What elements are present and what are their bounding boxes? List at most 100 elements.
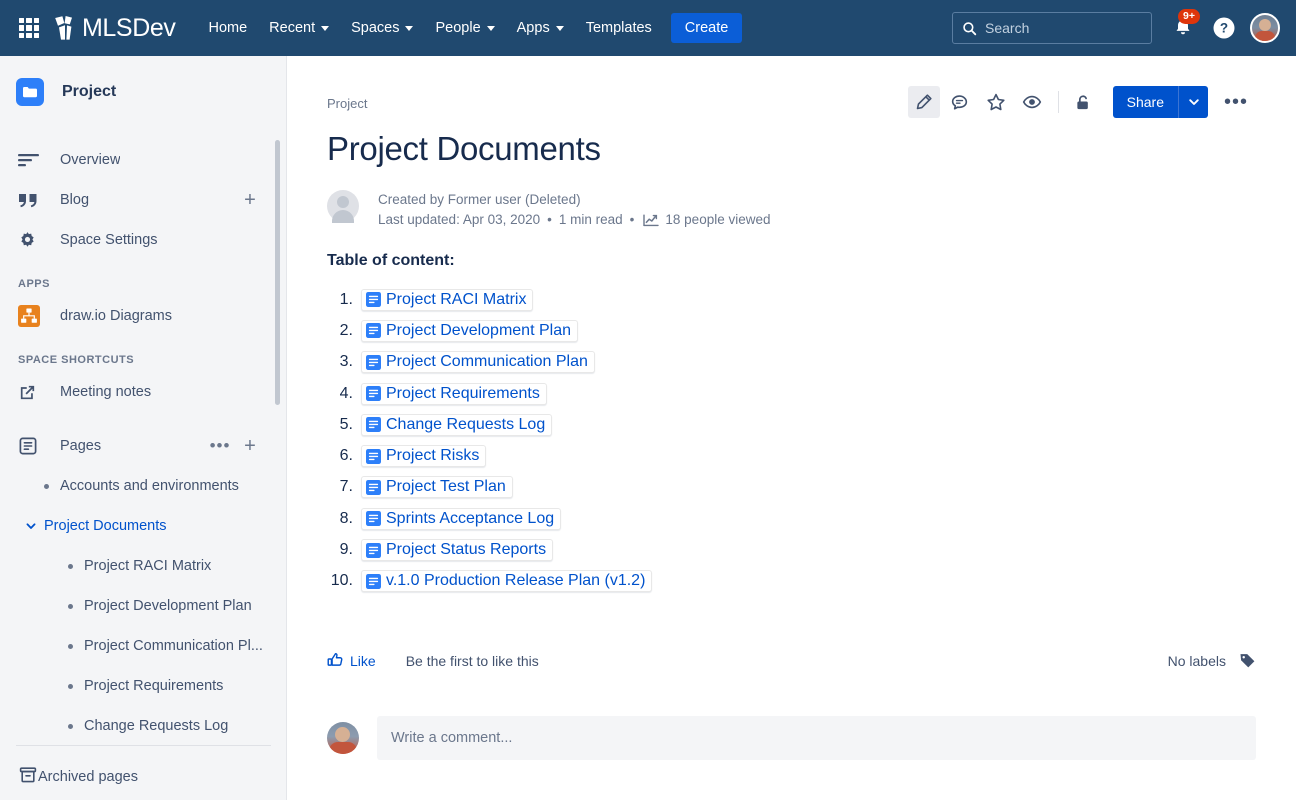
- read-time-text: 1 min read: [559, 210, 623, 229]
- more-options-button[interactable]: •••: [1220, 86, 1252, 118]
- comment-button[interactable]: [944, 86, 976, 118]
- notifications-button[interactable]: 9+: [1166, 11, 1200, 45]
- main-content: Project Project Documents: [287, 56, 1296, 800]
- search-placeholder: Search: [985, 20, 1029, 36]
- page-icon: [366, 417, 381, 432]
- toc-link-change-requests-log[interactable]: Change Requests Log: [361, 414, 552, 436]
- space-header[interactable]: Project: [0, 56, 286, 106]
- toc-link-project-test-plan[interactable]: Project Test Plan: [361, 476, 513, 498]
- nav-item-recent[interactable]: Recent: [258, 14, 340, 42]
- sidebar-item-space-settings[interactable]: Space Settings: [0, 220, 286, 260]
- question-circle-icon[interactable]: ?: [1212, 16, 1236, 40]
- toc-link-project-development-plan[interactable]: Project Development Plan: [361, 320, 578, 342]
- list-item: 2. Project Development Plan: [327, 315, 1127, 346]
- toc-link-sprints-acceptance-log[interactable]: Sprints Acceptance Log: [361, 508, 561, 530]
- sidebar-item-archived-pages[interactable]: Archived pages: [0, 755, 286, 799]
- toc-link-label: Project Development Plan: [386, 322, 571, 340]
- nav-item-spaces[interactable]: Spaces: [340, 14, 424, 42]
- toc-link-project-requirements[interactable]: Project Requirements: [361, 383, 547, 405]
- space-folder-icon: [16, 78, 44, 106]
- page-toolbar: Share •••: [908, 86, 1252, 118]
- page-icon: [366, 292, 381, 307]
- grid-apps-icon[interactable]: [19, 18, 39, 38]
- breadcrumb[interactable]: Project: [327, 96, 367, 111]
- toc-link-label: Project Requirements: [386, 385, 540, 403]
- page-icon: [366, 355, 381, 370]
- sidebar-item-meeting-notes[interactable]: Meeting notes: [0, 372, 286, 412]
- list-item: 6. Project Risks: [327, 440, 1127, 471]
- pages-more-options-button[interactable]: •••: [210, 436, 230, 456]
- labels-bar[interactable]: No labels: [1168, 652, 1256, 669]
- toc-link-project-raci-matrix[interactable]: Project RACI Matrix: [361, 289, 533, 311]
- page-tree-label: Project RACI Matrix: [84, 558, 211, 574]
- page-tree-label: Project Documents: [44, 518, 167, 534]
- page-tree-item-project-raci-matrix[interactable]: Project RACI Matrix: [0, 546, 286, 586]
- page-tree-item-accounts-and-environments[interactable]: Accounts and environments: [0, 466, 286, 506]
- page-icon: [366, 449, 381, 464]
- sidebar-item-blog-label: Blog: [60, 192, 89, 208]
- share-dropdown-button[interactable]: [1178, 86, 1208, 118]
- nav-item-templates[interactable]: Templates: [575, 14, 663, 42]
- page-tree-item-project-development-plan[interactable]: Project Development Plan: [0, 586, 286, 626]
- sidebar-item-overview[interactable]: Overview: [0, 140, 286, 180]
- chevron-down-icon: [405, 26, 413, 31]
- list-item: 8. Sprints Acceptance Log: [327, 503, 1127, 534]
- chevron-down-icon[interactable]: [25, 520, 37, 532]
- page-icon: [366, 386, 381, 401]
- page-tree-label: Project Requirements: [84, 678, 223, 694]
- restrictions-button[interactable]: [1067, 86, 1099, 118]
- nav-item-apps[interactable]: Apps: [506, 14, 575, 42]
- toc-link-project-status-reports[interactable]: Project Status Reports: [361, 539, 553, 561]
- sidebar-divider: [16, 745, 271, 746]
- like-button[interactable]: Like: [327, 652, 376, 669]
- page-tree-item-project-documents[interactable]: Project Documents: [0, 506, 286, 546]
- create-button[interactable]: Create: [671, 13, 743, 43]
- page-title: Project Documents: [327, 130, 601, 168]
- user-avatar[interactable]: [1250, 13, 1280, 43]
- star-button[interactable]: [980, 86, 1012, 118]
- analytics-chart-icon: [643, 213, 659, 227]
- page-icon: [366, 543, 381, 558]
- svg-text:?: ?: [1220, 21, 1228, 36]
- table-of-contents-list: 1. Project RACI Matrix 2.: [327, 284, 1127, 597]
- overview-lines-icon: [18, 153, 42, 167]
- sidebar-scrollbar-thumb[interactable]: [275, 140, 280, 405]
- watch-button[interactable]: [1016, 86, 1048, 118]
- page-tree-item-project-requirements[interactable]: Project Requirements: [0, 666, 286, 706]
- toc-link-project-communication-plan[interactable]: Project Communication Plan: [361, 351, 595, 373]
- toc-link-v1-0-production-release-plan[interactable]: v.1.0 Production Release Plan (v1.2): [361, 570, 652, 592]
- add-page-button[interactable]: +: [240, 436, 260, 456]
- share-button[interactable]: Share: [1113, 86, 1178, 118]
- page-tree-label: Project Development Plan: [84, 598, 252, 614]
- list-number: 3.: [327, 353, 353, 371]
- nav-item-home[interactable]: Home: [197, 14, 258, 42]
- comment-input[interactable]: [377, 716, 1256, 760]
- like-bar: Like Be the first to like this: [327, 652, 539, 669]
- nav-item-apps-label: Apps: [517, 20, 550, 36]
- comment-row: [327, 716, 1256, 760]
- list-number: 8.: [327, 510, 353, 528]
- page-icon: [366, 574, 381, 589]
- brand-logo[interactable]: MLSDev: [52, 14, 175, 43]
- sidebar-item-blog[interactable]: Blog +: [0, 180, 286, 220]
- page-tree-item-project-communication-plan[interactable]: Project Communication Pl...: [0, 626, 286, 666]
- byline-meta-row: Last updated: Apr 03, 2020 • 1 min read …: [378, 210, 771, 229]
- nav-item-people[interactable]: People: [424, 14, 505, 42]
- search-input[interactable]: Search: [952, 12, 1152, 44]
- unlock-icon: [1073, 93, 1092, 112]
- edit-button[interactable]: [908, 86, 940, 118]
- sidebar-item-pages[interactable]: Pages ••• +: [0, 426, 286, 466]
- toc-link-label: Sprints Acceptance Log: [386, 510, 554, 528]
- list-number: 10.: [327, 572, 353, 590]
- list-number: 1.: [327, 291, 353, 309]
- chevron-down-icon: [1188, 96, 1200, 108]
- mlsdev-mark-icon: [52, 15, 80, 41]
- like-label: Like: [350, 653, 376, 669]
- toc-link-project-risks[interactable]: Project Risks: [361, 445, 486, 467]
- add-blog-post-button[interactable]: +: [240, 190, 260, 210]
- list-number: 7.: [327, 478, 353, 496]
- nav-item-templates-label: Templates: [586, 20, 652, 36]
- chevron-down-icon: [487, 26, 495, 31]
- page-tree-item-change-requests-log[interactable]: Change Requests Log: [0, 706, 286, 746]
- sidebar-item-drawio-diagrams[interactable]: draw.io Diagrams: [0, 296, 286, 336]
